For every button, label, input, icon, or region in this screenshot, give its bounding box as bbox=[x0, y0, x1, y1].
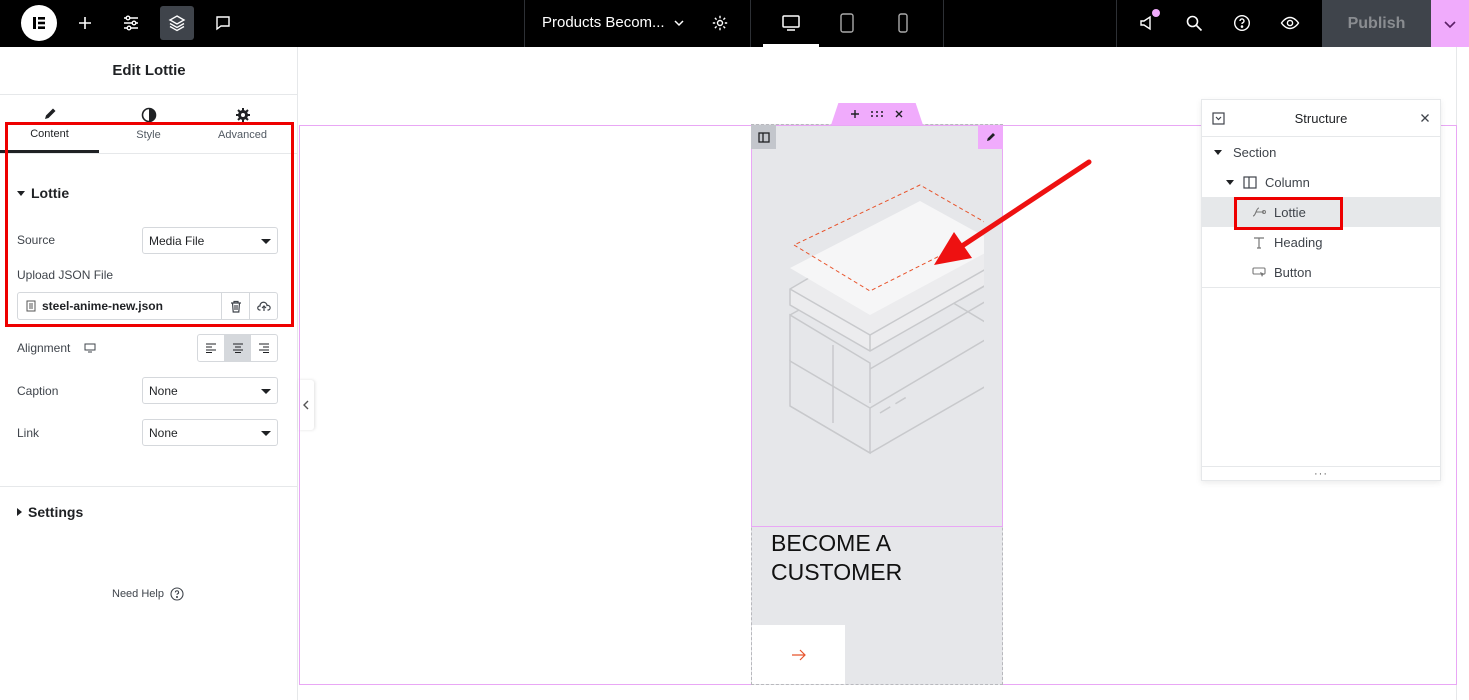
section-handle[interactable] bbox=[831, 103, 923, 125]
tablet-icon[interactable] bbox=[830, 6, 864, 40]
alignment-label: Alignment bbox=[17, 341, 71, 355]
pencil-icon bbox=[44, 108, 55, 119]
notification-dot bbox=[1152, 9, 1160, 17]
close-icon bbox=[895, 110, 903, 118]
column-handle[interactable] bbox=[751, 125, 776, 149]
structure-item-column[interactable]: Column bbox=[1202, 167, 1440, 197]
structure-header: Structure bbox=[1202, 100, 1440, 137]
help-icon[interactable] bbox=[1225, 6, 1259, 40]
arrow-right-icon bbox=[791, 649, 806, 660]
publish-options-button[interactable] bbox=[1431, 0, 1469, 47]
settings-section-toggle[interactable]: Settings bbox=[17, 504, 83, 520]
divider bbox=[1202, 287, 1440, 288]
structure-title: Structure bbox=[1294, 110, 1348, 126]
button-icon bbox=[1252, 267, 1266, 277]
half-circle-icon bbox=[141, 107, 156, 123]
chevron-down-icon[interactable] bbox=[662, 6, 696, 40]
structure-item-label: Column bbox=[1265, 174, 1310, 190]
resize-grip-icon[interactable]: ··· bbox=[1314, 468, 1328, 480]
structure-item-label: Section bbox=[1233, 144, 1277, 160]
page-title[interactable]: Products Becom... bbox=[542, 14, 665, 31]
structure-item-label: Heading bbox=[1274, 234, 1323, 250]
structure-item-heading[interactable]: Heading bbox=[1202, 227, 1440, 257]
alignment-control bbox=[197, 334, 278, 362]
chevron-down-icon bbox=[1444, 20, 1456, 28]
annotation-highlight-box bbox=[5, 122, 294, 327]
page-settings-icon[interactable] bbox=[703, 6, 737, 40]
caret-down-icon bbox=[261, 431, 271, 436]
caret-down-icon bbox=[1226, 179, 1234, 185]
annotation-highlight-box bbox=[1234, 197, 1343, 230]
collapse-all-icon[interactable] bbox=[1212, 112, 1225, 125]
mobile-icon[interactable] bbox=[886, 6, 920, 40]
lottie-widget[interactable] bbox=[751, 125, 1003, 527]
preview-eye-icon[interactable] bbox=[1273, 6, 1307, 40]
caption-select[interactable]: None bbox=[142, 377, 278, 404]
gear-icon bbox=[235, 108, 250, 122]
caption-label: Caption bbox=[17, 384, 59, 398]
heading-line: CUSTOMER bbox=[771, 559, 903, 585]
caret-down-icon bbox=[261, 389, 271, 394]
link-label: Link bbox=[17, 426, 40, 440]
edit-widget-button[interactable] bbox=[978, 125, 1003, 149]
finder-search-icon[interactable] bbox=[1177, 6, 1211, 40]
align-center-button[interactable] bbox=[223, 335, 251, 361]
select-value: None bbox=[149, 383, 178, 398]
cta-arrow-button[interactable] bbox=[752, 625, 845, 684]
help-icon bbox=[170, 587, 184, 601]
column-icon bbox=[1243, 175, 1257, 189]
divider bbox=[1202, 466, 1440, 467]
pencil-icon bbox=[986, 133, 995, 141]
structure-item-section[interactable]: Section bbox=[1202, 137, 1440, 167]
structure-layers-icon[interactable] bbox=[160, 6, 194, 40]
structure-panel: Structure Section Column Lottie Heading … bbox=[1201, 99, 1441, 481]
separator bbox=[943, 0, 944, 47]
active-device-indicator bbox=[763, 44, 819, 47]
add-element-icon[interactable] bbox=[68, 6, 102, 40]
site-settings-icon[interactable] bbox=[114, 6, 148, 40]
need-help-link[interactable]: Need Help bbox=[112, 587, 184, 601]
drag-handle-icon bbox=[871, 111, 883, 117]
add-icon bbox=[851, 110, 859, 118]
separator bbox=[1116, 0, 1117, 47]
need-help-label: Need Help bbox=[112, 588, 164, 600]
top-bar: Products Becom... Publish bbox=[0, 0, 1469, 47]
structure-item-button[interactable]: Button bbox=[1202, 257, 1440, 287]
select-value: None bbox=[149, 425, 178, 440]
section-title: Settings bbox=[28, 504, 84, 520]
heading-icon bbox=[1254, 236, 1264, 249]
elementor-logo-icon[interactable] bbox=[21, 5, 57, 41]
link-select[interactable]: None bbox=[142, 419, 278, 446]
cta-heading[interactable]: BECOME A CUSTOMER bbox=[771, 529, 971, 587]
heading-line: BECOME A bbox=[771, 530, 892, 556]
align-right-button[interactable] bbox=[250, 335, 277, 361]
caret-right-icon bbox=[17, 508, 22, 516]
responsive-desktop-icon bbox=[84, 343, 96, 353]
alignment-label-row: Alignment bbox=[17, 341, 96, 355]
separator bbox=[524, 0, 525, 47]
panel-title: Edit Lottie bbox=[0, 47, 298, 95]
separator bbox=[750, 0, 751, 47]
publish-button[interactable]: Publish bbox=[1322, 0, 1431, 47]
structure-item-label: Button bbox=[1274, 264, 1312, 280]
close-icon[interactable] bbox=[1420, 113, 1430, 123]
divider bbox=[0, 486, 298, 487]
column-icon bbox=[757, 131, 770, 143]
notes-icon[interactable] bbox=[206, 6, 240, 40]
desktop-icon[interactable] bbox=[774, 6, 808, 40]
caret-down-icon bbox=[1214, 149, 1222, 155]
align-left-button[interactable] bbox=[198, 335, 224, 361]
